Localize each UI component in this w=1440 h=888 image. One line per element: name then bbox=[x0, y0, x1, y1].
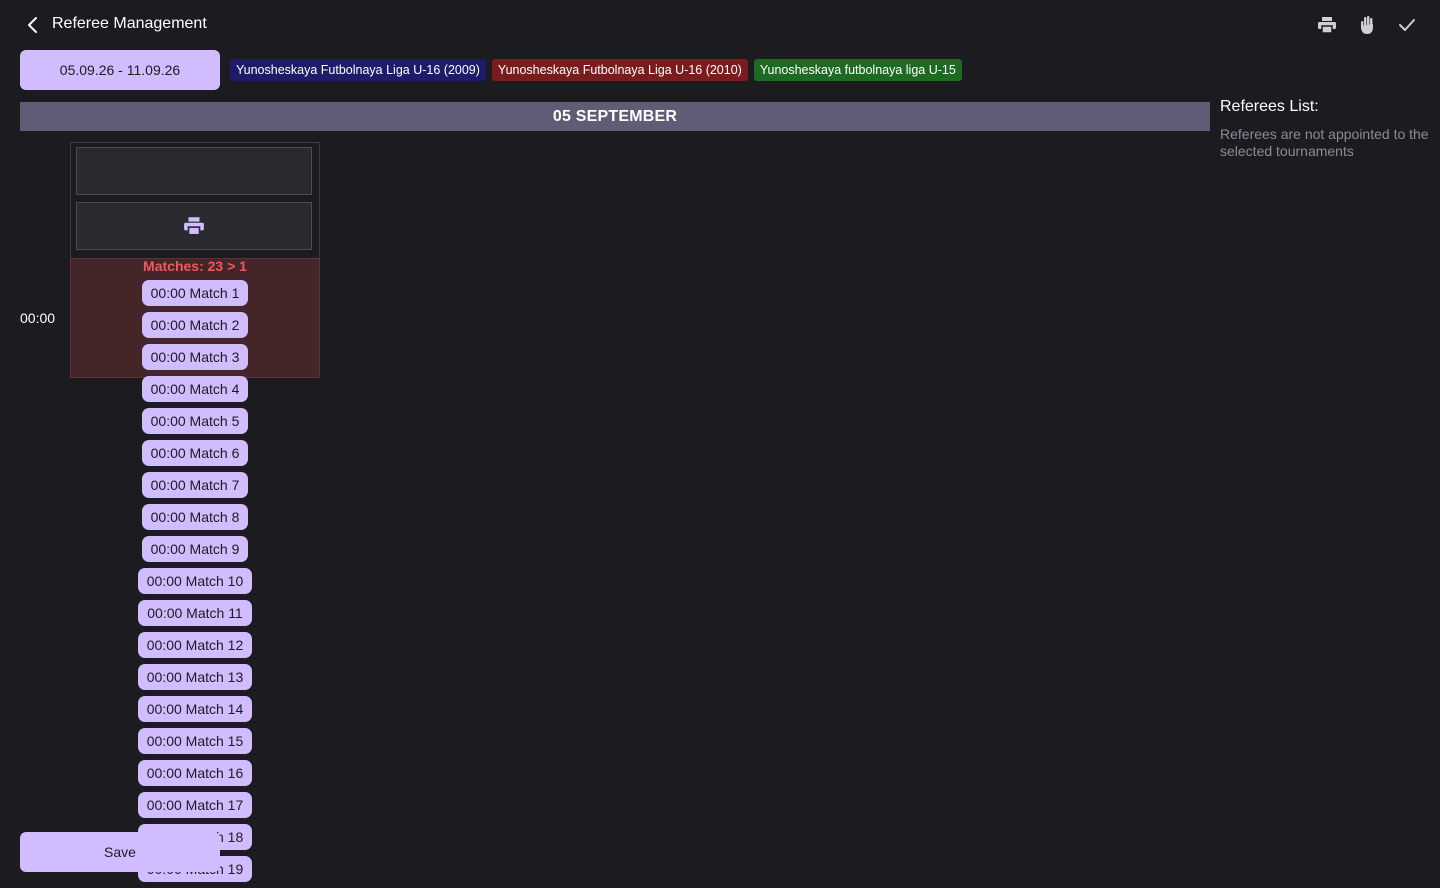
referee-drop-zone[interactable] bbox=[76, 147, 312, 195]
match-chip[interactable]: 00:00 Match 1 bbox=[141, 280, 249, 306]
match-chip[interactable]: 00:00 Match 11 bbox=[138, 600, 252, 626]
hand-icon bbox=[1361, 16, 1373, 34]
time-slot-controls bbox=[70, 142, 320, 259]
hand-button[interactable] bbox=[1354, 12, 1380, 38]
confirm-button[interactable] bbox=[1394, 12, 1420, 38]
tournament-tag-u15[interactable]: Yunosheskaya futbolnaya liga U-15 bbox=[753, 59, 962, 81]
day-header: 05 SEPTEMBER bbox=[20, 102, 1210, 131]
tournament-tags: Yunosheskaya Futbolnaya Liga U-16 (2009)… bbox=[230, 59, 962, 81]
match-chip[interactable]: 00:00 Match 2 bbox=[141, 312, 249, 338]
match-chip[interactable]: 00:00 Match 9 bbox=[141, 536, 249, 562]
back-button[interactable] bbox=[20, 12, 46, 38]
tournament-tag-u16-2009[interactable]: Yunosheskaya Futbolnaya Liga U-16 (2009) bbox=[230, 59, 486, 81]
match-list: 00:00 Match 1 00:00 Match 2 00:00 Match … bbox=[70, 280, 320, 888]
match-chip[interactable]: 00:00 Match 7 bbox=[141, 472, 249, 498]
print-icon bbox=[1318, 17, 1336, 34]
save-button[interactable]: Save bbox=[20, 832, 220, 872]
top-bar: Referee Management bbox=[0, 0, 1440, 50]
match-chip[interactable]: 00:00 Match 16 bbox=[137, 760, 253, 786]
tournament-tag-u16-2010[interactable]: Yunosheskaya Futbolnaya Liga U-16 (2010) bbox=[491, 59, 748, 81]
match-chip[interactable]: 00:00 Match 14 bbox=[137, 696, 253, 722]
time-slot-label: 00:00 bbox=[20, 310, 56, 326]
match-chip[interactable]: 00:00 Match 13 bbox=[137, 664, 253, 690]
chevron-left-icon bbox=[28, 17, 37, 33]
date-range-button[interactable]: 05.09.26 - 11.09.26 bbox=[20, 50, 220, 90]
match-chip[interactable]: 00:00 Match 5 bbox=[141, 408, 249, 434]
match-chip[interactable]: 00:00 Match 12 bbox=[137, 632, 253, 658]
match-chip[interactable]: 00:00 Match 10 bbox=[137, 568, 253, 594]
match-chip[interactable]: 00:00 Match 8 bbox=[141, 504, 249, 530]
checkmark-icon bbox=[1399, 19, 1415, 31]
print-icon bbox=[184, 217, 204, 236]
matches-count-warning: Matches: 23 > 1 bbox=[143, 258, 247, 274]
header-actions bbox=[1314, 12, 1420, 38]
print-button[interactable] bbox=[1314, 12, 1340, 38]
match-chip[interactable]: 00:00 Match 3 bbox=[141, 344, 249, 370]
slot-print-button[interactable] bbox=[76, 202, 312, 250]
referees-empty-message: Referees are not appointed to the select… bbox=[1220, 126, 1429, 159]
referees-list-title: Referees List: bbox=[1220, 98, 1319, 115]
match-chip[interactable]: 00:00 Match 17 bbox=[137, 792, 253, 818]
page-title: Referee Management bbox=[52, 15, 207, 32]
match-chip[interactable]: 00:00 Match 4 bbox=[141, 376, 249, 402]
match-chip[interactable]: 00:00 Match 15 bbox=[137, 728, 253, 754]
match-chip[interactable]: 00:00 Match 6 bbox=[141, 440, 249, 466]
